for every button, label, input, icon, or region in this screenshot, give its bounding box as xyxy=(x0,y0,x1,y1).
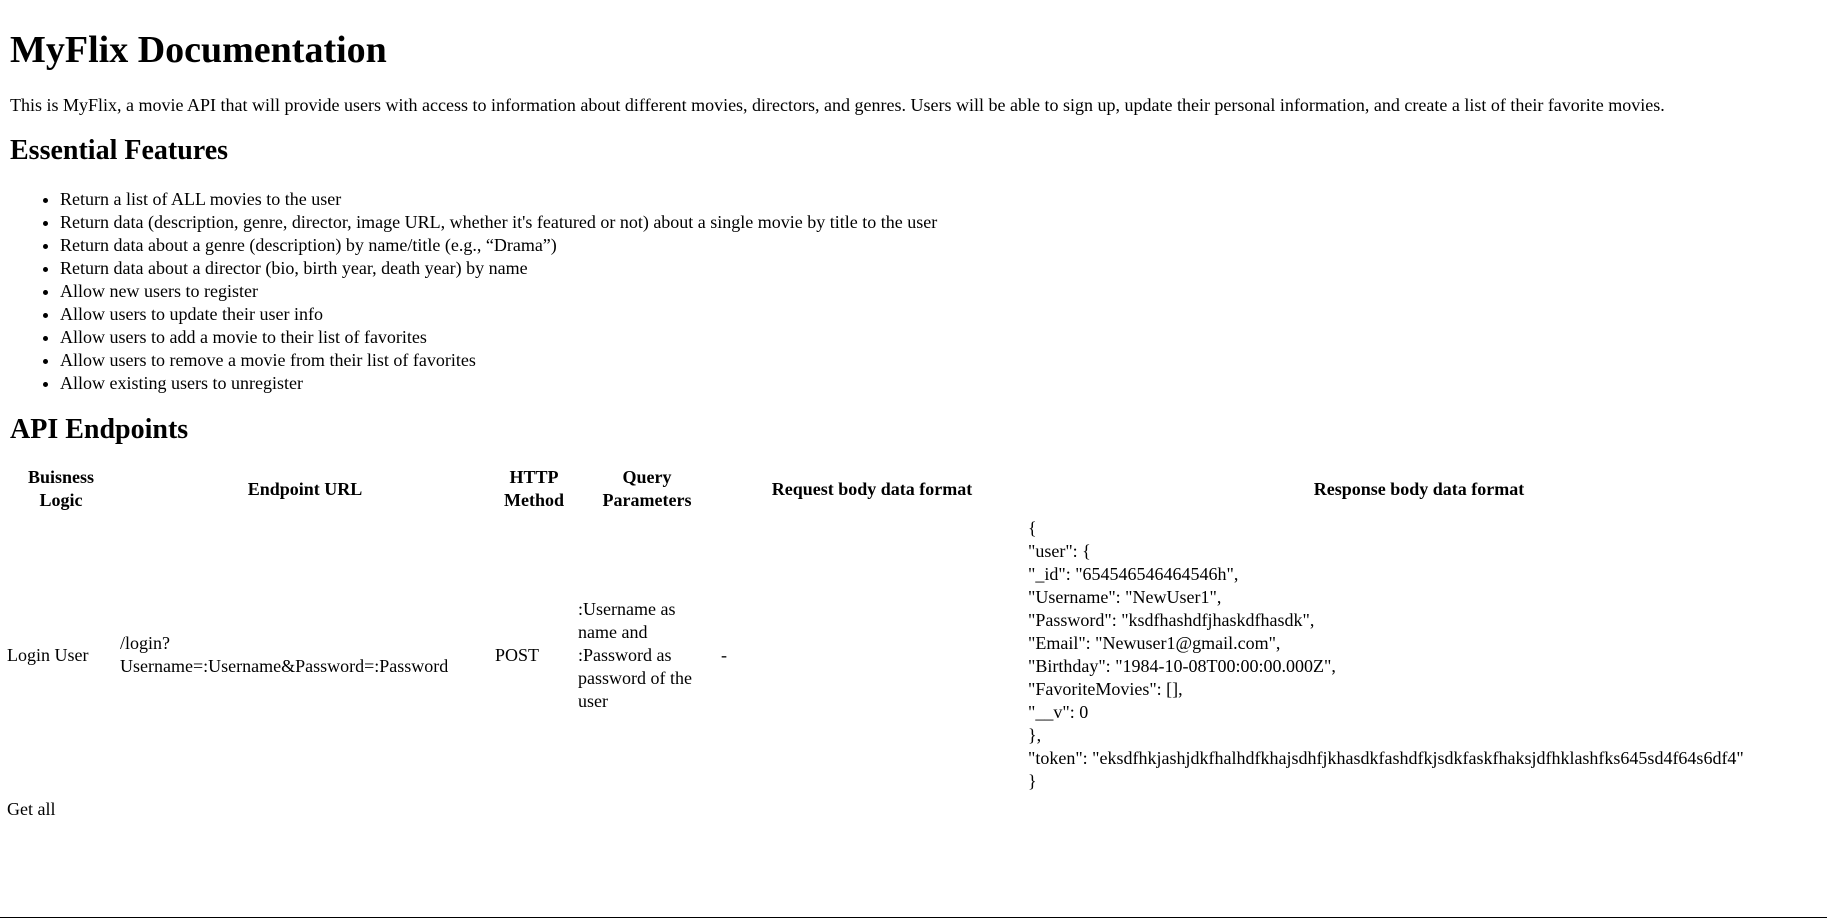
response-line: "Email": "Newuser1@gmail.com", xyxy=(1028,633,1281,653)
cell-business-logic: Login User xyxy=(7,644,89,665)
response-line: "Username": "NewUser1", xyxy=(1028,587,1222,607)
page-title: MyFlix Documentation xyxy=(10,29,387,71)
header-query-parameters: Query Parameters xyxy=(602,467,692,510)
response-line: { xyxy=(1028,518,1037,538)
response-line: "user": { xyxy=(1028,541,1091,561)
documentation-page: MyFlix Documentation This is MyFlix, a m… xyxy=(0,26,1827,825)
feature-item: Allow existing users to unregister xyxy=(60,372,1817,395)
feature-item: Return data (description, genre, directo… xyxy=(60,211,1817,234)
cell-http-method: POST xyxy=(495,644,540,665)
response-line: } xyxy=(1028,771,1037,791)
cell-request-body: - xyxy=(721,644,727,665)
features-heading: Essential Features xyxy=(10,135,229,166)
header-endpoint-url: Endpoint URL xyxy=(247,478,363,499)
feature-item: Return data about a director (bio, birth… xyxy=(60,257,1817,280)
cell-response-body: { "user": { "_id": "654546546464546h", "… xyxy=(1027,516,1811,794)
cell-business-logic: Get all xyxy=(7,799,56,819)
endpoints-table: Buisness Logic Endpoint URL HTTP Method … xyxy=(3,462,1814,825)
table-row: Login User /login?Username=:Username&Pas… xyxy=(6,516,1811,794)
intro-paragraph: This is MyFlix, a movie API that will pr… xyxy=(10,95,1665,115)
feature-item: Allow users to add a movie to their list… xyxy=(60,326,1817,349)
response-line: }, xyxy=(1028,725,1042,745)
header-request-body: Request body data format xyxy=(771,478,973,499)
response-json: { "user": { "_id": "654546546464546h", "… xyxy=(1028,517,1810,793)
feature-item: Return a list of ALL movies to the user xyxy=(60,188,1817,211)
endpoints-heading: API Endpoints xyxy=(10,414,189,445)
table-row: Get all xyxy=(6,797,1811,822)
response-line: "_id": "654546546464546h", xyxy=(1028,564,1239,584)
response-line: "FavoriteMovies": [], xyxy=(1028,679,1183,699)
cell-endpoint-url: /login?Username=:Username&Password=:Pass… xyxy=(120,633,449,676)
response-line: "Password": "ksdfhashdfjhaskdfhasdk", xyxy=(1028,610,1315,630)
feature-item: Allow new users to register xyxy=(60,280,1817,303)
feature-item: Allow users to remove a movie from their… xyxy=(60,349,1817,372)
features-list: Return a list of ALL movies to the user … xyxy=(10,188,1817,395)
response-line: "token": "eksdfhkjashjdkfhalhdfkhajsdhfj… xyxy=(1028,748,1744,768)
header-response-body: Response body data format xyxy=(1313,478,1525,499)
header-business-logic: Buisness Logic xyxy=(27,467,95,510)
response-line: "Birthday": "1984-10-08T00:00:00.000Z", xyxy=(1028,656,1336,676)
cell-query-parameters: :Username as name and :Password as passw… xyxy=(578,598,692,711)
table-header-row: Buisness Logic Endpoint URL HTTP Method … xyxy=(6,465,1811,513)
header-http-method: HTTP Method xyxy=(504,467,564,510)
feature-item: Return data about a genre (description) … xyxy=(60,234,1817,257)
response-line: "__v": 0 xyxy=(1028,702,1089,722)
feature-item: Allow users to update their user info xyxy=(60,303,1817,326)
